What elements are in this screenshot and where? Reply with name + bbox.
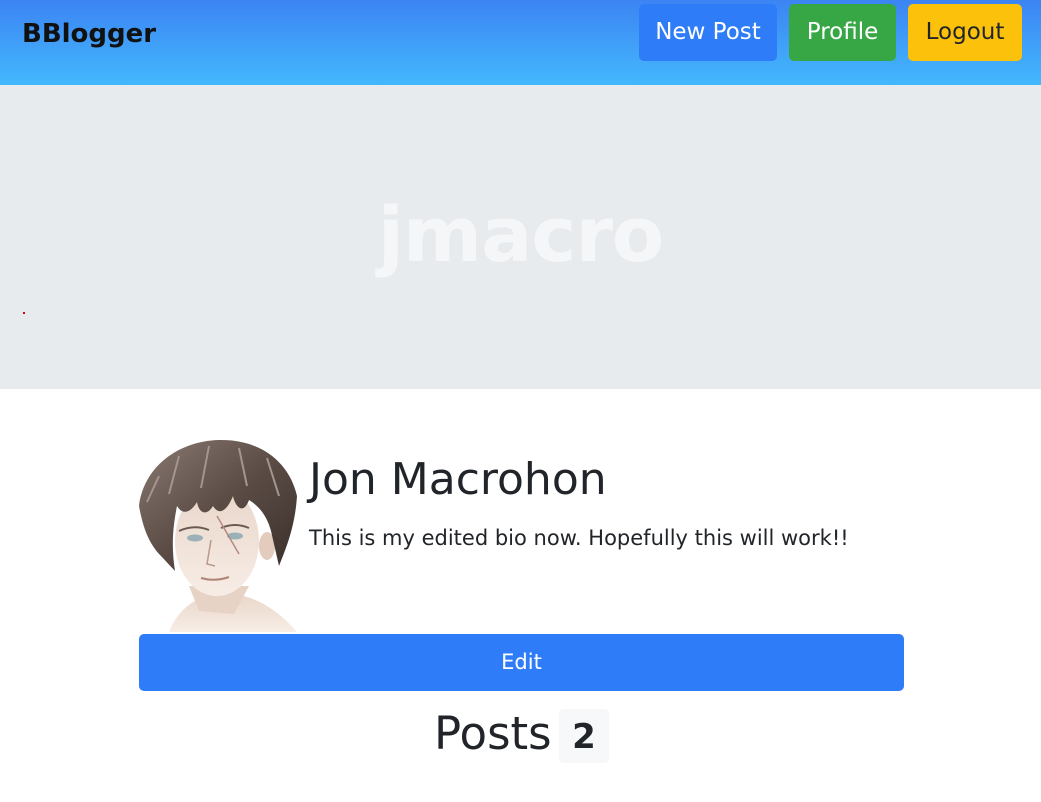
- profile-banner: jmacro: [0, 85, 1041, 389]
- navbar: BBlogger New Post Profile Logout: [0, 0, 1041, 85]
- logout-button[interactable]: Logout: [908, 4, 1022, 61]
- banner-dot: [23, 312, 25, 314]
- profile-button[interactable]: Profile: [789, 4, 896, 61]
- avatar: [139, 439, 297, 632]
- new-post-button[interactable]: New Post: [639, 4, 777, 61]
- profile-bio: This is my edited bio now. Hopefully thi…: [309, 526, 849, 550]
- posts-title: Posts: [434, 707, 552, 760]
- brand-logo[interactable]: BBlogger: [22, 14, 156, 54]
- profile-name: Jon Macrohon: [309, 454, 607, 505]
- posts-count-badge: 2: [559, 709, 609, 763]
- banner-username: jmacro: [377, 190, 664, 279]
- edit-profile-button[interactable]: Edit: [139, 634, 904, 691]
